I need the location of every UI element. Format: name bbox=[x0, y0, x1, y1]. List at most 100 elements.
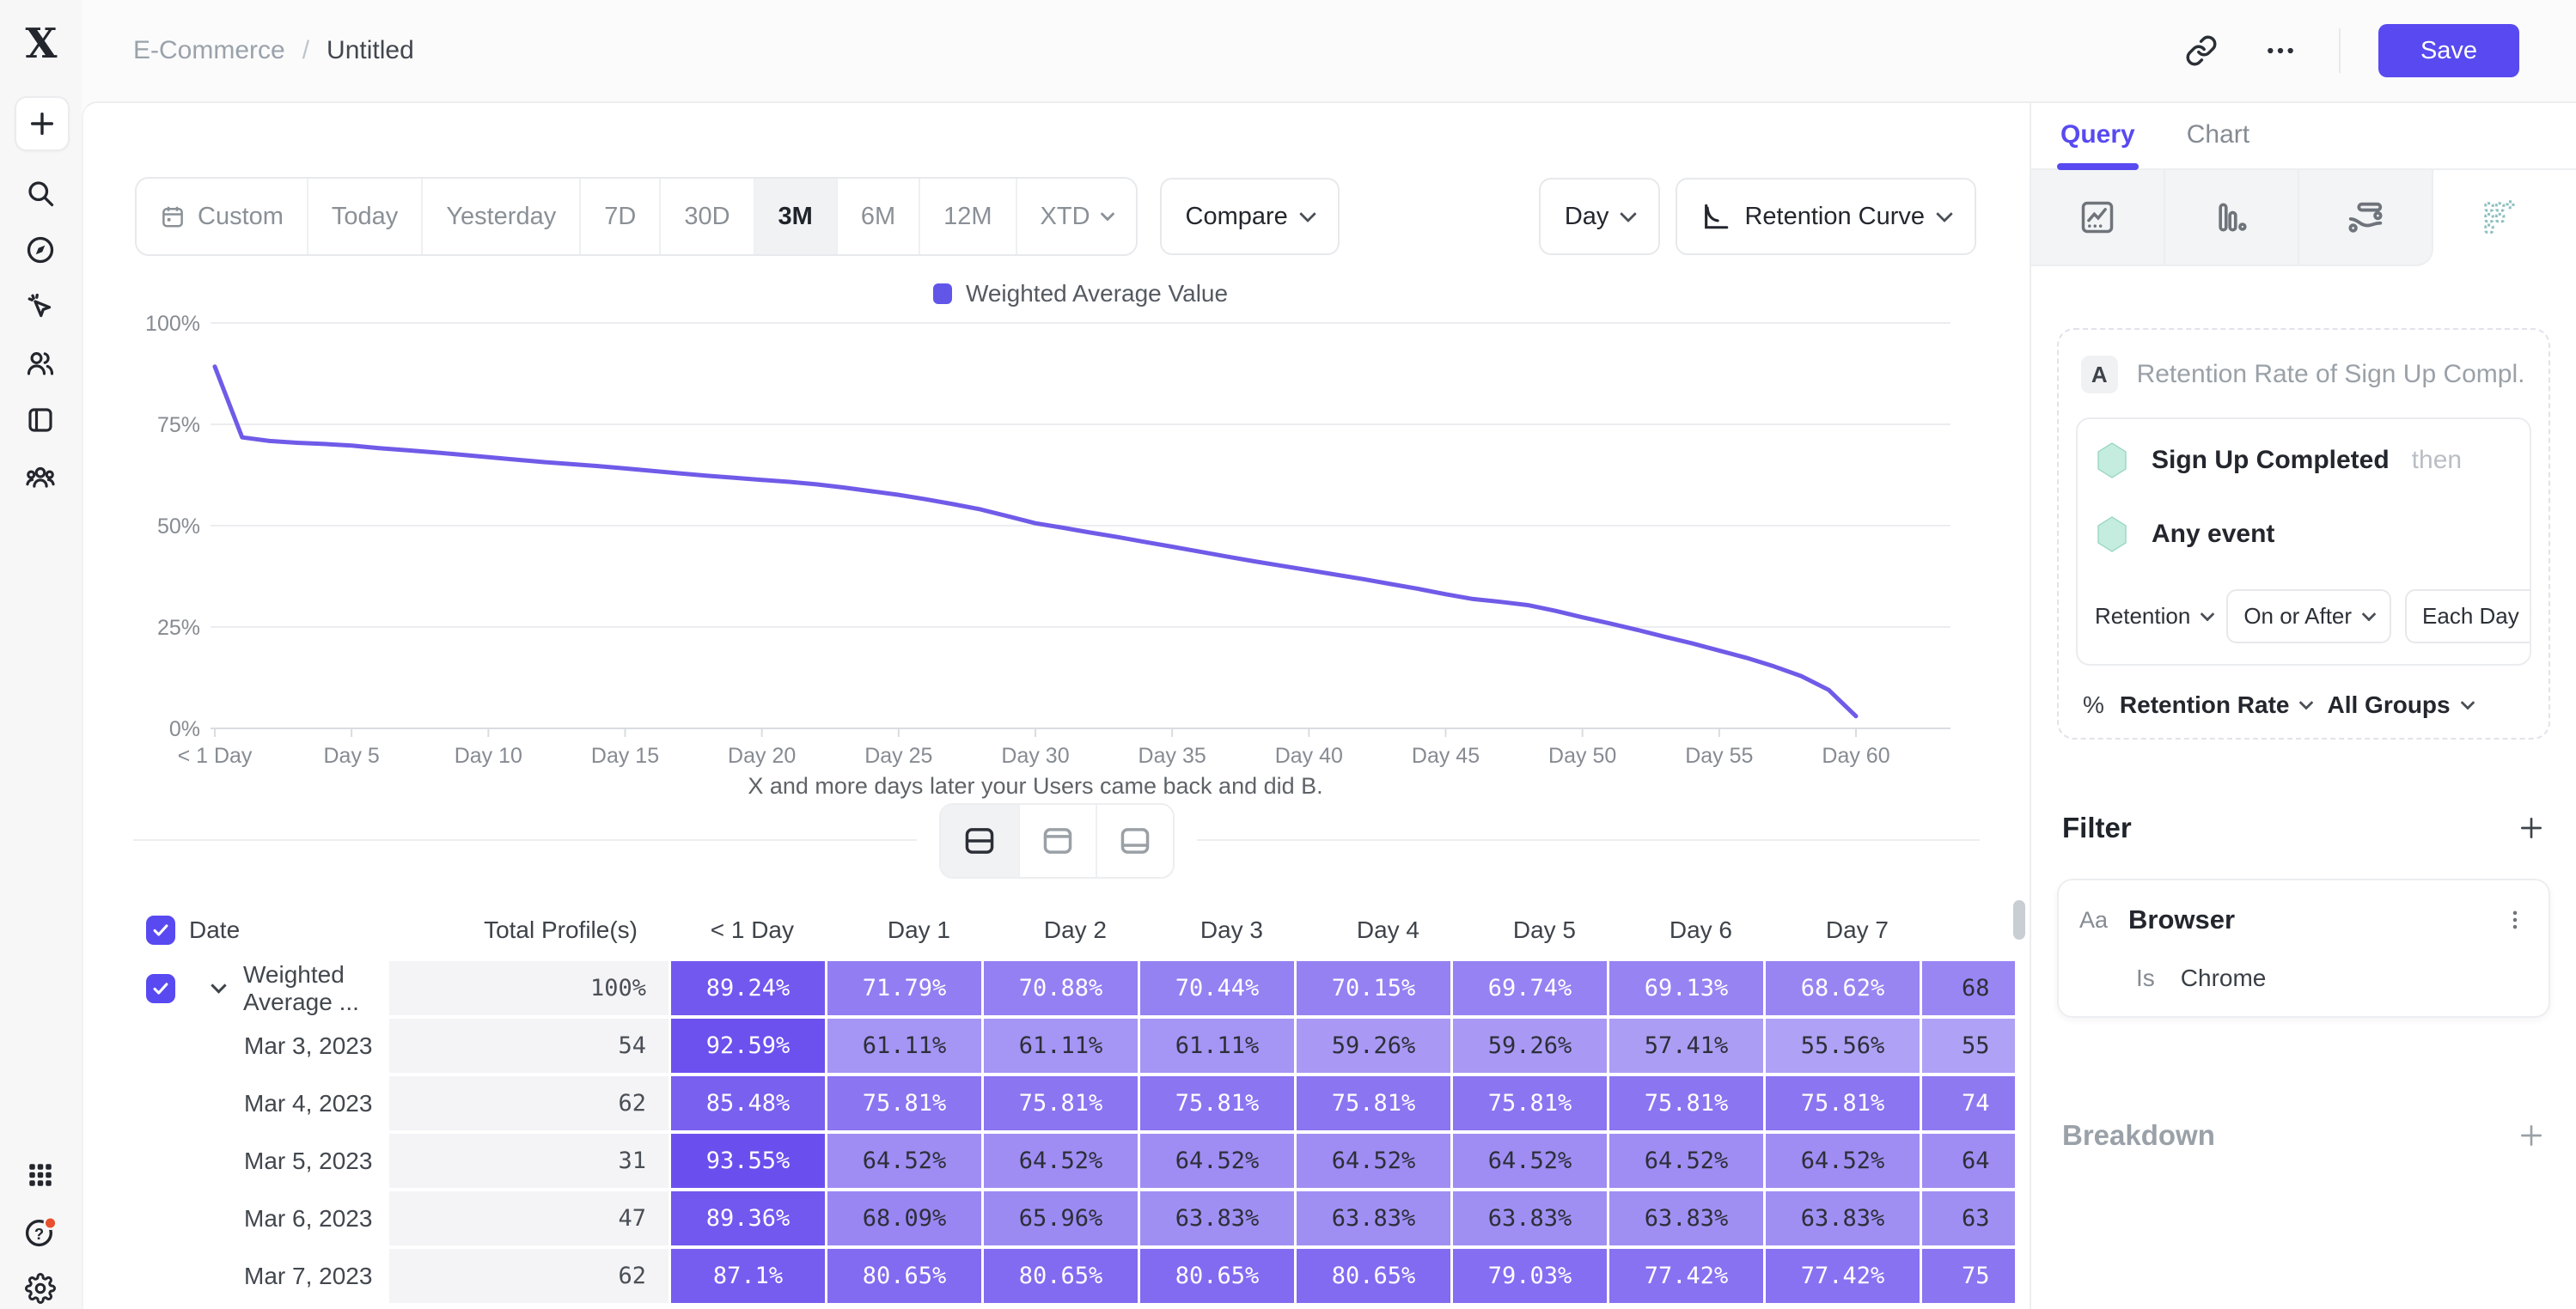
row-label-cell[interactable]: Mar 5, 2023 bbox=[189, 1134, 387, 1188]
retention-value-cell[interactable]: 75.81% bbox=[1297, 1076, 1450, 1130]
retention-value-cell[interactable]: 75.81% bbox=[984, 1076, 1138, 1130]
window-dropdown[interactable]: On or After bbox=[2226, 589, 2391, 643]
view-type-dropdown[interactable]: Retention Curve bbox=[1676, 178, 1976, 255]
retention-value-cell[interactable]: 75.81% bbox=[1453, 1076, 1607, 1130]
retention-value-cell-partial[interactable]: 68 bbox=[1922, 961, 2015, 1015]
retention-value-cell[interactable]: 64.52% bbox=[827, 1134, 981, 1188]
retention-value-cell[interactable]: 77.42% bbox=[1609, 1249, 1763, 1303]
retention-value-cell-partial[interactable]: 75 bbox=[1922, 1249, 2015, 1303]
expand-chevron-icon[interactable] bbox=[211, 977, 226, 993]
retention-value-cell[interactable]: 77.42% bbox=[1766, 1249, 1920, 1303]
column-header-day-5[interactable]: Day 5 bbox=[1453, 904, 1607, 957]
column-header--1-day[interactable]: < 1 Day bbox=[671, 904, 825, 957]
retention-value-cell[interactable]: 87.1% bbox=[671, 1249, 825, 1303]
retention-value-cell[interactable]: 64.52% bbox=[1140, 1134, 1294, 1188]
column-header-day-3[interactable]: Day 3 bbox=[1140, 904, 1294, 957]
retention-value-cell[interactable]: 89.24% bbox=[671, 961, 825, 1015]
column-header-day-4[interactable]: Day 4 bbox=[1297, 904, 1450, 957]
new-plus-button[interactable] bbox=[15, 96, 70, 151]
settings-gear-icon[interactable] bbox=[15, 1263, 66, 1309]
layout-table-only-button[interactable] bbox=[1096, 805, 1173, 877]
retention-value-cell[interactable]: 63.83% bbox=[1297, 1191, 1450, 1245]
retention-value-cell[interactable]: 75.81% bbox=[827, 1076, 981, 1130]
retention-value-cell[interactable]: 80.65% bbox=[827, 1249, 981, 1303]
retention-value-cell[interactable]: 75.81% bbox=[1140, 1076, 1294, 1130]
select-all-checkbox[interactable] bbox=[146, 916, 175, 945]
column-header-day-7[interactable]: Day 7 bbox=[1766, 904, 1920, 957]
app-logo-icon[interactable]: X bbox=[0, 19, 82, 70]
event-a-name[interactable]: Sign Up Completed bbox=[2152, 446, 2390, 475]
retention-value-cell[interactable]: 71.79% bbox=[827, 961, 981, 1015]
column-header-day-6[interactable]: Day 6 bbox=[1609, 904, 1763, 957]
retention-value-cell[interactable]: 64.52% bbox=[1609, 1134, 1763, 1188]
more-options-icon[interactable] bbox=[2260, 30, 2301, 71]
range-yesterday[interactable]: Yesterday bbox=[421, 179, 579, 254]
retention-value-cell[interactable]: 64.52% bbox=[984, 1134, 1138, 1188]
add-breakdown-button[interactable] bbox=[2518, 1122, 2545, 1149]
retention-value-cell[interactable]: 75.81% bbox=[1609, 1076, 1763, 1130]
event-b-name[interactable]: Any event bbox=[2152, 520, 2274, 549]
retention-value-cell[interactable]: 65.96% bbox=[984, 1191, 1138, 1245]
retention-value-cell[interactable]: 93.55% bbox=[671, 1134, 825, 1188]
retention-value-cell[interactable]: 57.41% bbox=[1609, 1019, 1763, 1073]
retention-value-cell[interactable]: 64.52% bbox=[1297, 1134, 1450, 1188]
retention-value-cell[interactable]: 68.09% bbox=[827, 1191, 981, 1245]
range-30d[interactable]: 30D bbox=[659, 179, 753, 254]
retention-value-cell[interactable]: 80.65% bbox=[1297, 1249, 1450, 1303]
column-header-day-2[interactable]: Day 2 bbox=[984, 904, 1138, 957]
filter-kebab-icon[interactable] bbox=[2502, 905, 2528, 935]
filter-value[interactable]: Chrome bbox=[2181, 965, 2267, 992]
retention-value-cell[interactable]: 70.88% bbox=[984, 961, 1138, 1015]
retention-value-cell[interactable]: 64.52% bbox=[1453, 1134, 1607, 1188]
table-scrollbar[interactable] bbox=[2013, 900, 2025, 940]
retention-value-cell[interactable]: 59.26% bbox=[1453, 1019, 1607, 1073]
groups-dropdown[interactable]: All Groups bbox=[2327, 691, 2472, 719]
save-button[interactable]: Save bbox=[2378, 24, 2519, 77]
filter-operator[interactable]: Is bbox=[2136, 965, 2155, 992]
retention-value-cell[interactable]: 63.83% bbox=[1453, 1191, 1607, 1245]
retention-value-cell[interactable]: 61.11% bbox=[827, 1019, 981, 1073]
chart-type-retention-grid-icon[interactable] bbox=[2433, 170, 2567, 266]
retention-value-cell[interactable]: 61.11% bbox=[984, 1019, 1138, 1073]
retention-value-cell[interactable]: 89.36% bbox=[671, 1191, 825, 1245]
retention-value-cell[interactable]: 80.65% bbox=[984, 1249, 1138, 1303]
interval-dropdown[interactable]: Each Day bbox=[2405, 589, 2531, 643]
retention-value-cell-partial[interactable]: 74 bbox=[1922, 1076, 2015, 1130]
layout-chart-only-button[interactable] bbox=[1018, 805, 1096, 877]
layout-split-view-button[interactable] bbox=[941, 805, 1018, 877]
series-title[interactable]: Retention Rate of Sign Up Compl... bbox=[2137, 360, 2526, 389]
retention-value-cell[interactable]: 79.03% bbox=[1453, 1249, 1607, 1303]
measure-dropdown[interactable]: Retention Rate bbox=[2120, 691, 2312, 719]
retention-value-cell[interactable]: 69.13% bbox=[1609, 961, 1763, 1015]
retention-value-cell[interactable]: 69.74% bbox=[1453, 961, 1607, 1015]
retention-value-cell[interactable]: 63.83% bbox=[1140, 1191, 1294, 1245]
row-checkbox[interactable] bbox=[146, 974, 175, 1003]
tab-query[interactable]: Query bbox=[2060, 120, 2135, 168]
apps-grid-icon[interactable] bbox=[15, 1149, 66, 1201]
retention-value-cell-partial[interactable]: 64 bbox=[1922, 1134, 2015, 1188]
retention-value-cell[interactable]: 70.15% bbox=[1297, 961, 1450, 1015]
range-6m[interactable]: 6M bbox=[836, 179, 919, 254]
help-icon[interactable]: ? bbox=[15, 1206, 66, 1257]
retention-value-cell[interactable]: 64.52% bbox=[1766, 1134, 1920, 1188]
compass-icon[interactable] bbox=[15, 224, 66, 276]
breadcrumb-current[interactable]: Untitled bbox=[327, 36, 414, 65]
retention-value-cell[interactable]: 55.56% bbox=[1766, 1019, 1920, 1073]
range-3m[interactable]: 3M bbox=[754, 179, 836, 254]
row-label-cell[interactable]: Weighted Average ... bbox=[189, 961, 387, 1015]
row-label-cell[interactable]: Mar 6, 2023 bbox=[189, 1191, 387, 1245]
range-xtd[interactable]: XTD bbox=[1016, 179, 1136, 254]
magic-cursor-icon[interactable] bbox=[15, 281, 66, 332]
retention-value-cell[interactable]: 75.81% bbox=[1766, 1076, 1920, 1130]
search-icon[interactable] bbox=[15, 167, 66, 219]
chart-type-line-icon[interactable] bbox=[2031, 170, 2165, 266]
filter-property[interactable]: Browser bbox=[2128, 904, 2235, 935]
tab-chart[interactable]: Chart bbox=[2187, 120, 2249, 168]
retention-value-cell[interactable]: 92.59% bbox=[671, 1019, 825, 1073]
retention-value-cell[interactable]: 63.83% bbox=[1766, 1191, 1920, 1245]
users-icon[interactable] bbox=[15, 338, 66, 389]
retention-value-cell-partial[interactable]: 55 bbox=[1922, 1019, 2015, 1073]
chart-type-bar-icon[interactable] bbox=[2165, 170, 2299, 266]
compare-button[interactable]: Compare bbox=[1160, 178, 1340, 255]
add-filter-button[interactable] bbox=[2518, 814, 2545, 842]
